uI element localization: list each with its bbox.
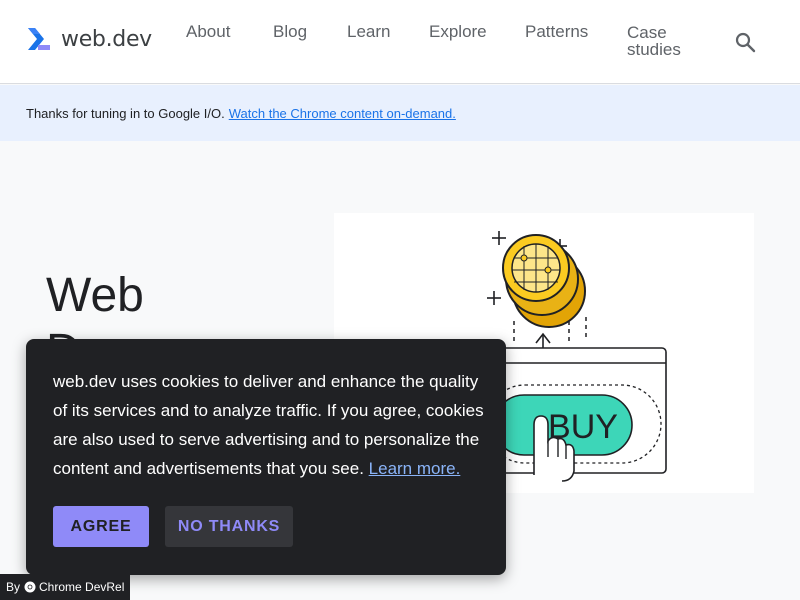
hero-title: Web	[46, 269, 144, 322]
attribution-badge[interactable]: By Chrome DevRel	[0, 574, 131, 600]
attribution-prefix: By	[6, 580, 21, 594]
nav-explore[interactable]: Explore	[429, 23, 487, 40]
nav-case-studies-line2: studies	[627, 40, 681, 59]
banner-link[interactable]: Watch the Chrome content on-demand.	[229, 106, 456, 121]
site-header: web.dev About Blog Learn Explore Pattern…	[0, 0, 800, 84]
no-thanks-button[interactable]: NO THANKS	[165, 506, 293, 547]
nav-case-studies-line1: Case	[627, 23, 667, 42]
agree-button[interactable]: AGREE	[53, 506, 149, 547]
learn-more-link[interactable]: Learn more.	[369, 459, 461, 478]
nav-patterns[interactable]: Patterns	[525, 23, 588, 40]
nav-about[interactable]: About	[186, 23, 230, 40]
cookie-message: web.dev uses cookies to deliver and enha…	[53, 367, 493, 483]
attribution-label: Chrome DevRel	[39, 580, 125, 594]
nav-learn[interactable]: Learn	[347, 23, 390, 40]
chrome-icon	[24, 581, 36, 593]
search-icon[interactable]	[733, 30, 757, 54]
web-dev-logo-icon	[28, 28, 50, 50]
nav-case-studies[interactable]: Case studies	[627, 24, 681, 58]
logo-text: web.dev	[61, 26, 152, 52]
announcement-banner: Thanks for tuning in to Google I/O. Watc…	[0, 85, 800, 141]
logo[interactable]: web.dev	[26, 26, 152, 52]
cookie-consent-dialog: web.dev uses cookies to deliver and enha…	[26, 339, 506, 575]
banner-text: Thanks for tuning in to Google I/O.	[26, 105, 225, 121]
nav-blog[interactable]: Blog	[273, 23, 307, 40]
